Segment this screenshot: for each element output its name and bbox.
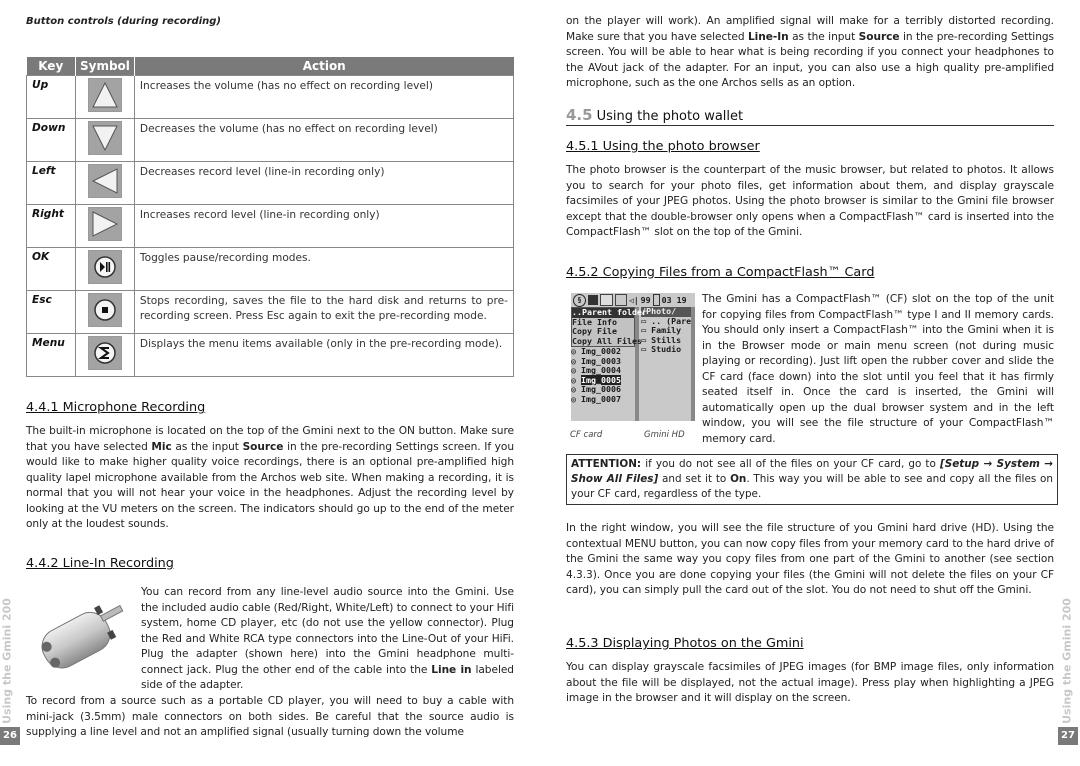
- copying-heading: 4.5.2 Copying Files from a CompactFlash™…: [566, 265, 875, 280]
- linein-heading: 4.4.2 Line-In Recording: [26, 556, 174, 571]
- header-symbol: Symbol: [75, 57, 135, 76]
- hd-pane: /Photo/ ▭ .. (Pare ▭ Family ▭ Stills ▭ S…: [639, 306, 692, 421]
- displaying-heading: 4.5.3 Displaying Photos on the Gmini: [566, 636, 804, 651]
- table-row: Up Increases the volume (has no effect o…: [26, 75, 515, 119]
- menu-icon: [87, 336, 122, 370]
- menu-item-copy-all-files[interactable]: Copy All Files: [572, 336, 642, 347]
- stop-icon: [588, 295, 598, 305]
- gmini-screen-image: § ◁| 99 03 19 ..Parent folder File Info …: [571, 293, 695, 421]
- side-tab-left: Using the Gmini 200: [0, 598, 14, 724]
- header-key: Key: [26, 57, 76, 76]
- displaying-paragraph: You can display grayscale facsimiles of …: [566, 661, 1054, 704]
- table-row: Right Increases record level (line-in re…: [26, 204, 515, 248]
- browser-paragraph: The photo browser is the counterpart of …: [566, 164, 1054, 238]
- browser-section: 4.5.1 Using the photo browser The photo …: [566, 139, 1054, 241]
- key-cell: OK: [26, 247, 76, 291]
- stop-icon: [87, 293, 122, 327]
- action-cell: Increases record level (line-in recordin…: [133, 204, 515, 248]
- linein-paragraph-2: To record from a source such as a portab…: [26, 695, 514, 738]
- key-cell: Up: [26, 75, 76, 119]
- table-header-row: Key Symbol Action: [26, 57, 514, 76]
- linein-section: 4.4.2 Line-In Recording: [26, 556, 514, 571]
- screen-caption-right: Gmini HD: [644, 430, 685, 440]
- audio-adapter-image: [41, 604, 124, 669]
- volume-value: 99: [640, 295, 651, 305]
- section-number: 4.5: [566, 106, 593, 124]
- folder-item[interactable]: ▭ Studio: [641, 344, 691, 355]
- up-arrow-icon: [87, 78, 122, 112]
- key-cell: Left: [26, 161, 76, 205]
- key-cell: Down: [26, 118, 76, 162]
- side-tab-right: Using the Gmini 200: [1060, 598, 1074, 724]
- browser-heading: 4.5.1 Using the photo browser: [566, 139, 760, 154]
- down-arrow-icon: [87, 121, 122, 155]
- header-action: Action: [134, 57, 514, 76]
- section-heading: 4.5 Using the photo wallet: [566, 106, 1054, 126]
- key-cell: Menu: [26, 333, 76, 377]
- battery-icon: [652, 294, 660, 306]
- section-title: Using the photo wallet: [596, 109, 744, 124]
- folder-icon: [600, 294, 613, 306]
- mic-heading: 4.4.1 Microphone Recording: [26, 400, 206, 415]
- left-page: Button controls (during recording) Key S…: [0, 0, 540, 766]
- screen-caption-left: CF card: [570, 430, 603, 440]
- linein-paragraph-1: You can record from any line-level audio…: [141, 586, 514, 691]
- action-cell: Displays the menu items available (only …: [133, 333, 515, 377]
- context-menu: ..Parent folder File Info Copy File Copy…: [571, 307, 647, 347]
- attention-box: ATTENTION: if you do not see all of the …: [566, 454, 1058, 505]
- continuation-paragraph: on the player will work). An amplified s…: [566, 15, 1054, 89]
- key-cell: Esc: [26, 290, 76, 334]
- action-cell: Toggles pause/recording modes.: [133, 247, 515, 291]
- table-row: Down Decreases the volume (has no effect…: [26, 118, 515, 162]
- copying-paragraph-2-wrap: In the right window, you will see the fi…: [566, 521, 1054, 599]
- page-number-left: 26: [0, 727, 20, 745]
- continuation-wrap: on the player will work). An amplified s…: [566, 14, 1054, 92]
- table-row: OK Toggles pause/recording modes.: [26, 247, 515, 291]
- screen-status-bar: § ◁| 99 03 19: [571, 293, 695, 307]
- mic-section: 4.4.1 Microphone Recording The built-in …: [26, 400, 514, 533]
- table-row: Esc Stops recording, saves the file to t…: [26, 290, 515, 334]
- mic-paragraph: The built-in microphone is located on th…: [26, 425, 514, 530]
- linein-paragraph-1-wrap: You can record from any line-level audio…: [141, 585, 514, 694]
- menu-icon: §: [573, 293, 586, 307]
- right-arrow-icon: [87, 207, 122, 241]
- copying-paragraph-2: In the right window, you will see the fi…: [566, 522, 1054, 596]
- linein-paragraph-2-wrap: To record from a source such as a portab…: [26, 694, 514, 741]
- action-cell: Stops recording, saves the file to the h…: [133, 290, 515, 334]
- table-row: Left Decreases record level (line-in rec…: [26, 161, 515, 205]
- return-icon: [615, 294, 627, 306]
- key-cell: Right: [26, 204, 76, 248]
- page-number-right: 27: [1058, 727, 1078, 745]
- copying-paragraph-1-wrap: The Gmini has a CompactFlash™ (CF) slot …: [702, 292, 1054, 447]
- time-value: 03 19: [661, 295, 687, 305]
- table-row: Menu Displays the menu items available (…: [26, 333, 515, 377]
- copying-heading-wrap: 4.5.2 Copying Files from a CompactFlash™…: [566, 265, 1054, 280]
- action-cell: Increases the volume (has no effect on r…: [133, 75, 515, 119]
- file-item[interactable]: ◎ Img_0007: [571, 394, 635, 405]
- action-cell: Decreases the volume (has no effect on r…: [133, 118, 515, 162]
- table-caption: Button controls (during recording): [26, 16, 221, 27]
- copying-paragraph-1: The Gmini has a CompactFlash™ (CF) slot …: [702, 293, 1054, 445]
- scrollbar-right[interactable]: [691, 307, 695, 421]
- cf-card-pane: ..Parent folder File Info Copy File Copy…: [571, 307, 647, 421]
- button-controls-table: Key Symbol Action Up Increases the volum…: [26, 57, 515, 377]
- displaying-section: 4.5.3 Displaying Photos on the Gmini You…: [566, 636, 1054, 707]
- play-pause-icon: [87, 250, 122, 284]
- speaker-icon: ◁|: [629, 295, 639, 305]
- action-cell: Decreases record level (line-in recordin…: [133, 161, 515, 205]
- left-arrow-icon: [87, 164, 122, 198]
